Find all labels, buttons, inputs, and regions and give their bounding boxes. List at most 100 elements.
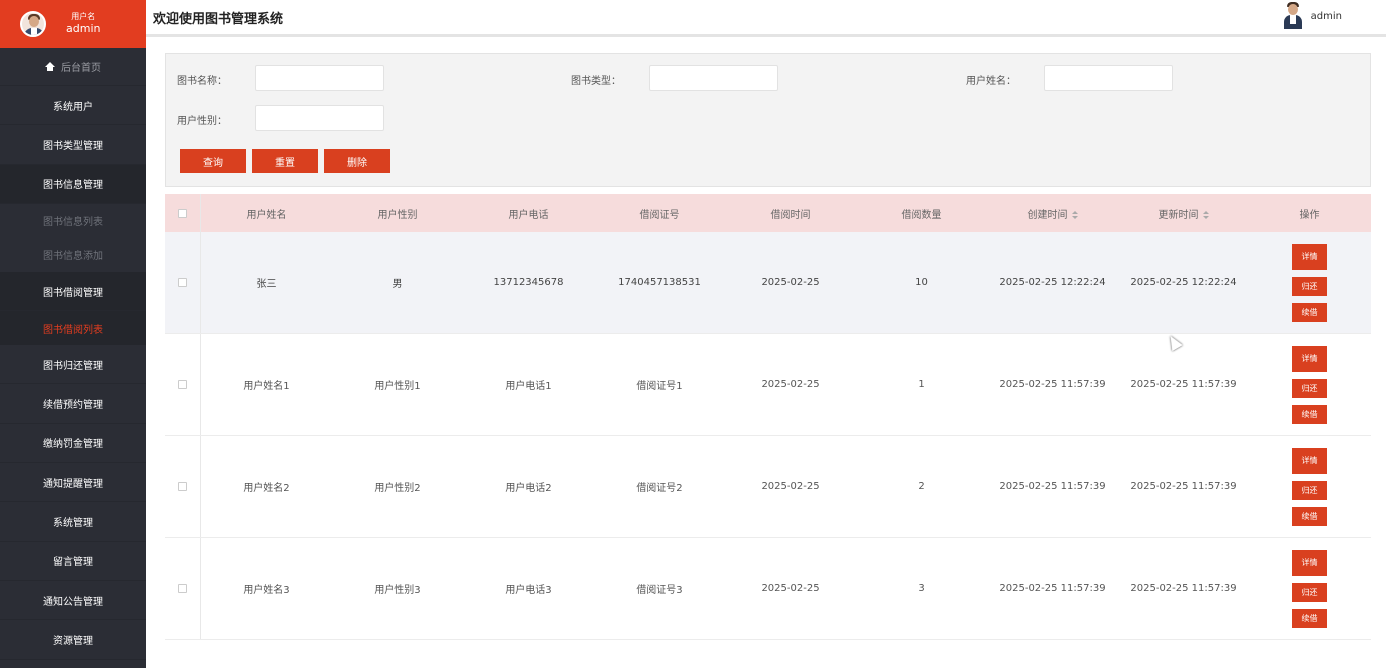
user-gender-label: 用户性别： (177, 116, 227, 127)
sidebar-item-system-users[interactable]: 系统用户 (0, 86, 146, 126)
sidebar-user-name: admin (66, 22, 101, 36)
sidebar-item-book-info-mgmt[interactable]: 图书信息管理 (0, 164, 146, 204)
table-header: 用户姓名 用户性别 用户电话 借阅证号 借阅时间 借阅数量 创建时间 更新时间 … (165, 194, 1371, 232)
cell-borrow-time: 2025-02-25 (761, 277, 820, 288)
sidebar-subitem-book-info-add[interactable]: 图书信息添加 (0, 237, 146, 272)
sidebar-item-notice-mgmt[interactable]: 通知提醒管理 (0, 463, 146, 503)
cell-borrow-count: 1 (918, 379, 925, 390)
header-username[interactable]: admin (1311, 11, 1342, 22)
cell-create-time: 2025-02-25 12:22:24 (999, 277, 1106, 288)
cell-user-phone: 用户电话2 (505, 483, 552, 494)
user-avatar[interactable] (20, 11, 46, 37)
sidebar-item-announcement-mgmt[interactable]: 通知公告管理 (0, 581, 146, 621)
row-checkbox[interactable] (178, 278, 187, 287)
row-checkbox[interactable] (178, 584, 187, 593)
detail-button[interactable]: 详情 (1292, 345, 1327, 372)
book-type-label: 图书类型： (571, 76, 621, 87)
cell-borrow-count: 2 (918, 481, 925, 492)
reset-button[interactable]: 重置 (252, 149, 318, 173)
row-actions: 详情 归还 续借 (1249, 243, 1370, 322)
row-actions: 详情 归还 续借 (1249, 345, 1370, 424)
home-icon (45, 62, 55, 71)
cell-borrow-count: 10 (915, 277, 928, 288)
col-borrow-time: 借阅时间 (770, 209, 811, 221)
query-button[interactable]: 查询 (180, 149, 246, 173)
detail-button[interactable]: 详情 (1292, 243, 1327, 270)
cell-user-gender: 用户性别1 (374, 381, 421, 392)
sort-icon[interactable] (1202, 210, 1209, 219)
table-row: 用户姓名2 用户性别2 用户电话2 借阅证号2 2025-02-25 2 2025-02-2… (165, 436, 1371, 538)
user-name-input[interactable] (1044, 65, 1173, 91)
cell-update-time: 2025-02-25 11:57:39 (1130, 583, 1237, 594)
cell-user-phone: 用户电话3 (505, 585, 552, 596)
sidebar-item-borrow-mgmt[interactable]: 图书借阅管理 (0, 271, 146, 312)
sidebar: 用户名 admin 后台首页 系统用户 图书类型管理 图书信息管理 图书信息列表… (0, 0, 146, 668)
sidebar-item-message-mgmt[interactable]: 留言管理 (0, 542, 146, 581)
renew-button[interactable]: 续借 (1292, 302, 1327, 322)
detail-button[interactable]: 详情 (1292, 447, 1327, 474)
cell-update-time: 2025-02-25 11:57:39 (1130, 481, 1237, 492)
cell-borrow-time: 2025-02-25 (761, 583, 820, 594)
cell-card-number: 借阅证号3 (636, 585, 683, 596)
return-button[interactable]: 归还 (1292, 480, 1327, 500)
row-checkbox[interactable] (178, 482, 187, 491)
cell-create-time: 2025-02-25 11:57:39 (999, 583, 1106, 594)
cell-update-time: 2025-02-25 12:22:24 (1130, 277, 1237, 288)
col-user-phone: 用户电话 (508, 209, 549, 221)
cell-card-number: 1740457138531 (618, 277, 701, 288)
sidebar-item-fine-mgmt[interactable]: 缴纳罚金管理 (0, 424, 146, 464)
sidebar-item-resource-mgmt[interactable]: 资源管理 (0, 620, 146, 660)
book-type-input[interactable] (649, 65, 778, 91)
sidebar-user-box: 用户名 admin (0, 0, 146, 48)
sidebar-item-return-mgmt[interactable]: 图书归还管理 (0, 345, 146, 385)
col-user-gender: 用户性别 (377, 209, 418, 221)
cell-card-number: 借阅证号2 (636, 483, 683, 494)
cell-borrow-count: 3 (918, 583, 925, 594)
return-button[interactable]: 归还 (1292, 378, 1327, 398)
sidebar-item-book-type-mgmt[interactable]: 图书类型管理 (0, 125, 146, 165)
cell-user-name: 用户姓名1 (243, 381, 290, 392)
renew-button[interactable]: 续借 (1292, 608, 1327, 628)
table-row: 用户姓名3 用户性别3 用户电话3 借阅证号3 2025-02-25 3 2025-02-2… (165, 538, 1371, 640)
sidebar-subitem-borrow-list[interactable]: 图书借阅列表 (0, 311, 146, 346)
search-panel: 图书名称： 图书类型： 用户姓名： 用户性别： 查询 重置 删除 (165, 53, 1371, 187)
row-actions: 详情 归还 续借 (1249, 447, 1370, 526)
cell-update-time: 2025-02-25 11:57:39 (1130, 379, 1237, 390)
sidebar-item-home[interactable]: 后台首页 (0, 48, 146, 86)
col-card-number: 借阅证号 (639, 209, 680, 221)
sidebar-subitem-book-info-list[interactable]: 图书信息列表 (0, 203, 146, 238)
book-name-input[interactable] (255, 65, 384, 91)
row-actions: 详情 归还 续借 (1249, 549, 1370, 628)
header-user-menu[interactable]: admin (1283, 2, 1342, 30)
col-actions: 操作 (1299, 209, 1320, 221)
col-create-time[interactable]: 创建时间 (987, 206, 1118, 221)
cell-card-number: 借阅证号1 (636, 381, 683, 392)
return-button[interactable]: 归还 (1292, 582, 1327, 602)
return-button[interactable]: 归还 (1292, 276, 1327, 296)
top-header: 欢迎使用图书管理系统 admin (146, 0, 1386, 37)
sidebar-item-system-mgmt[interactable]: 系统管理 (0, 502, 146, 542)
user-gender-input[interactable] (255, 105, 384, 131)
cell-create-time: 2025-02-25 11:57:39 (999, 481, 1106, 492)
cell-borrow-time: 2025-02-25 (761, 379, 820, 390)
cell-user-name: 用户姓名2 (243, 483, 290, 494)
user-name-label: 用户姓名： (966, 76, 1016, 87)
borrow-table: 用户姓名 用户性别 用户电话 借阅证号 借阅时间 借阅数量 创建时间 更新时间 … (165, 194, 1371, 640)
col-update-time[interactable]: 更新时间 (1118, 206, 1249, 221)
renew-button[interactable]: 续借 (1292, 404, 1327, 424)
sidebar-item-label: 后台首页 (61, 63, 101, 74)
table-row: 张三 男 13712345678 1740457138531 2025-02-25 10 2… (165, 232, 1371, 334)
select-all-checkbox[interactable] (178, 208, 187, 218)
cell-user-name: 用户姓名3 (243, 585, 290, 596)
header-avatar[interactable] (1283, 2, 1302, 30)
sort-icon[interactable] (1071, 210, 1078, 219)
detail-button[interactable]: 详情 (1292, 549, 1327, 576)
row-checkbox[interactable] (178, 380, 187, 389)
delete-button[interactable]: 删除 (324, 149, 390, 173)
cell-create-time: 2025-02-25 11:57:39 (999, 379, 1106, 390)
sidebar-item-renew-mgmt[interactable]: 续借预约管理 (0, 384, 146, 424)
cell-user-name: 张三 (256, 279, 277, 290)
col-borrow-count: 借阅数量 (901, 209, 942, 221)
cell-user-gender: 男 (392, 279, 403, 290)
renew-button[interactable]: 续借 (1292, 506, 1327, 526)
